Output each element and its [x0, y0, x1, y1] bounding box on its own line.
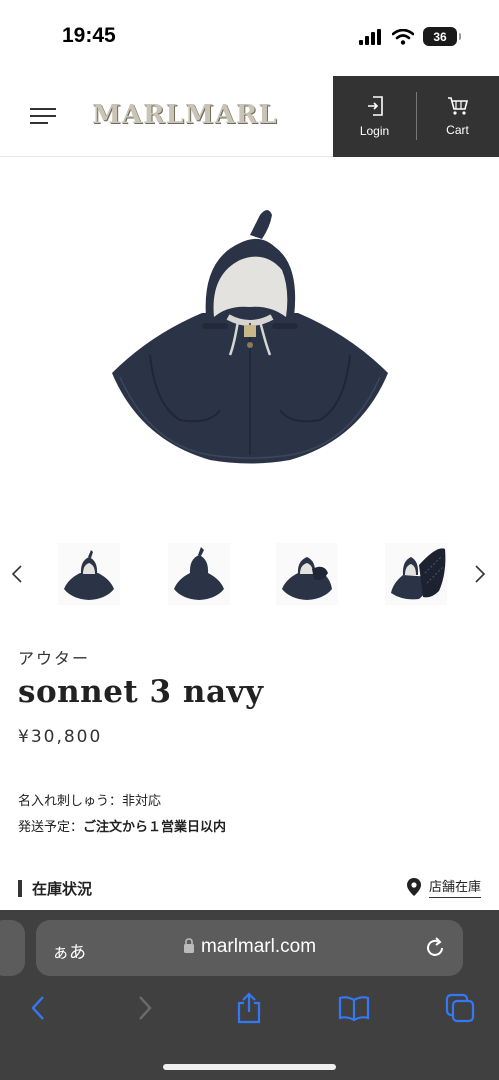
stock-section: 在庫状況 店舗在庫	[18, 876, 481, 902]
menu-line-icon	[30, 108, 56, 110]
store-stock-label: 店舗在庫	[428, 876, 481, 898]
share-icon	[237, 992, 261, 1024]
cart-button[interactable]: Cart	[416, 76, 499, 157]
login-label: Login	[359, 124, 390, 138]
menu-line-icon	[30, 122, 48, 124]
url-display: marlmarl.com	[36, 936, 463, 958]
product-title: sonnet 3 navy	[18, 674, 264, 710]
book-icon	[338, 996, 370, 1021]
site-logo[interactable]: MARLMARL	[92, 100, 278, 130]
menu-button[interactable]	[30, 106, 58, 126]
battery-indicator: 36	[423, 27, 461, 46]
thumbnail-2[interactable]	[168, 543, 230, 605]
thumbnail-4[interactable]	[385, 543, 447, 605]
chevron-right-icon	[475, 565, 486, 583]
status-icons: 36	[359, 27, 461, 46]
reload-icon[interactable]	[423, 936, 447, 960]
address-bar[interactable]: ぁあ marlmarl.com	[36, 920, 463, 976]
product-category[interactable]: アウター	[18, 645, 90, 669]
signal-icon	[359, 28, 381, 45]
site-header: MARLMARL Login Cart	[0, 76, 499, 157]
lock-icon	[183, 938, 194, 953]
shipping-info: 発送予定：ご注文から１営業日以内	[18, 816, 226, 835]
heading-bar-icon	[18, 880, 22, 897]
location-pin-icon	[406, 878, 421, 896]
home-indicator	[163, 1064, 336, 1070]
browser-chrome: ぁあ marlmarl.com	[0, 910, 499, 1080]
back-arrow-icon	[31, 996, 44, 1020]
product-main-image[interactable]	[0, 160, 499, 520]
forward-arrow-icon	[139, 996, 152, 1020]
shipping-value: ご注文から１営業日以内	[83, 820, 227, 835]
stock-title: 在庫状況	[32, 880, 93, 898]
carousel-next-button[interactable]	[470, 562, 490, 586]
tabs-button[interactable]	[442, 990, 478, 1026]
wifi-icon	[392, 28, 414, 45]
menu-line-icon	[30, 115, 56, 117]
embroidery-label: 名入れ刺しゅう：	[18, 794, 123, 809]
thumbnail-side-image	[282, 557, 332, 600]
carousel-prev-button[interactable]	[7, 562, 27, 586]
header-actions: Login Cart	[333, 76, 499, 157]
login-icon	[367, 96, 383, 116]
status-time: 19:45	[62, 24, 116, 47]
thumbnail-3[interactable]	[276, 543, 338, 605]
cape-illustration	[111, 210, 388, 464]
thumbnail-open-image	[391, 548, 446, 600]
store-stock-link[interactable]: 店舗在庫	[406, 876, 481, 898]
embroidery-info: 名入れ刺しゅう：非対応	[18, 790, 161, 809]
cart-label: Cart	[446, 123, 469, 137]
thumbnail-front-image	[64, 550, 114, 600]
browser-toolbar	[0, 990, 499, 1030]
bookmarks-button[interactable]	[336, 990, 372, 1026]
back-button[interactable]	[20, 990, 56, 1026]
previous-tab-preview[interactable]	[0, 920, 25, 976]
thumbnail-back-image	[174, 547, 224, 600]
url-text: marlmarl.com	[200, 936, 317, 957]
thumbnail-carousel	[0, 540, 499, 610]
status-bar: 19:45 36	[0, 0, 499, 76]
thumbnail-1[interactable]	[58, 543, 120, 605]
share-button[interactable]	[231, 990, 267, 1026]
chevron-left-icon	[11, 565, 22, 583]
shipping-label: 発送予定：	[18, 820, 84, 835]
embroidery-value: 非対応	[122, 794, 162, 809]
login-button[interactable]: Login	[333, 76, 416, 157]
product-price: ¥30,800	[18, 727, 103, 747]
tabs-icon	[445, 993, 475, 1023]
forward-button[interactable]	[127, 990, 163, 1026]
cart-icon	[447, 97, 468, 115]
stock-heading: 在庫状況	[18, 878, 92, 899]
